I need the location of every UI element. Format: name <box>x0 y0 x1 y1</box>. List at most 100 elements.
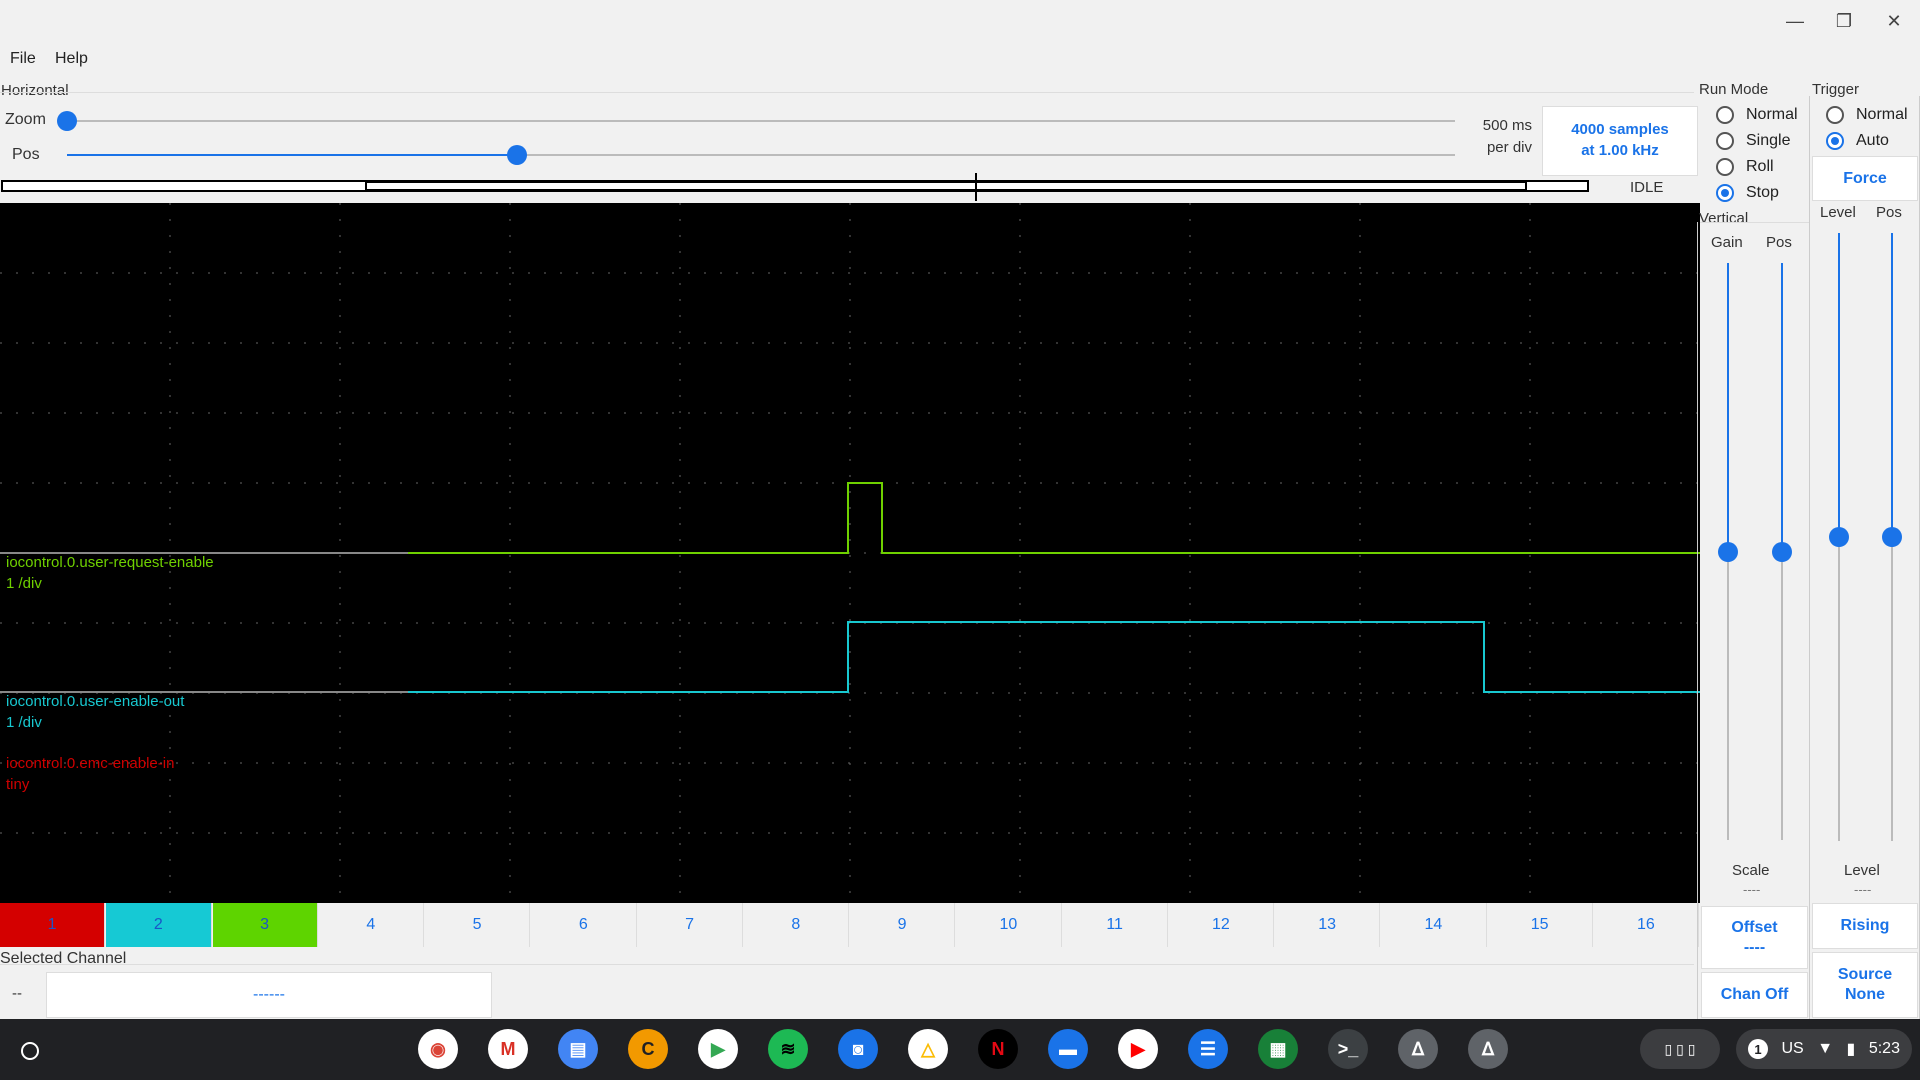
channel-button-10[interactable]: 10 <box>956 903 1062 947</box>
trigger-source-button[interactable]: Source None <box>1812 952 1918 1018</box>
trigger-edge-button[interactable]: Rising <box>1812 903 1918 949</box>
trigger-level-slider-handle[interactable] <box>1829 527 1849 547</box>
panel-divider <box>1809 96 1810 1019</box>
channel-button-5[interactable]: 5 <box>425 903 531 947</box>
trigger-level-value: ---- <box>1854 882 1872 897</box>
channel-button-15[interactable]: 15 <box>1487 903 1593 947</box>
run-mode-title: Run Mode <box>1699 81 1769 98</box>
launcher-icon <box>21 1042 39 1060</box>
per-div-unit: per div <box>1486 139 1532 156</box>
channel-button-7[interactable]: 7 <box>637 903 743 947</box>
maximize-button[interactable]: ❐ <box>1828 6 1860 36</box>
gmail-icon[interactable]: M <box>488 1029 528 1069</box>
close-button[interactable]: ✕ <box>1878 6 1910 36</box>
trace-name: iocontrol.0.emc-enable-in <box>6 755 175 772</box>
channel-button-12[interactable]: 12 <box>1168 903 1274 947</box>
gain-slider-handle[interactable] <box>1718 542 1738 562</box>
pos-slider-fill <box>67 154 517 156</box>
channel-button-11[interactable]: 11 <box>1062 903 1168 947</box>
menu-help[interactable]: Help <box>55 50 88 68</box>
files-icon[interactable]: ▬ <box>1048 1029 1088 1069</box>
selected-channel-name[interactable]: ------ <box>46 972 492 1018</box>
channel-button-4[interactable]: 4 <box>318 903 424 947</box>
trigger-level-caption: Level <box>1844 862 1880 879</box>
launcher-button[interactable] <box>10 1031 50 1071</box>
menu-file[interactable]: File <box>10 50 36 68</box>
c-app-icon[interactable]: C <box>628 1029 668 1069</box>
trace-scale: 1 /div <box>6 714 42 731</box>
run-mode-stop[interactable]: Stop <box>1716 180 1798 206</box>
close-icon: ✕ <box>1886 10 1902 31</box>
record-overview-window[interactable] <box>365 181 1527 191</box>
channel-button-16[interactable]: 16 <box>1593 903 1699 947</box>
radio-icon <box>1716 184 1734 202</box>
messages-icon[interactable]: ☰ <box>1188 1029 1228 1069</box>
vertical-pos-slider-handle[interactable] <box>1772 542 1792 562</box>
tote-tray[interactable]: ▯ ▯ ▯ <box>1640 1029 1720 1069</box>
vertical-pos-slider-fill <box>1781 263 1783 552</box>
pos-slider-handle[interactable] <box>507 145 527 165</box>
radio-icon <box>1716 158 1734 176</box>
minimize-button[interactable]: — <box>1779 6 1811 36</box>
drive-icon[interactable]: △ <box>908 1029 948 1069</box>
scope-plot <box>0 203 1700 903</box>
notification-badge: 1 <box>1748 1039 1768 1059</box>
divider <box>1700 222 1810 223</box>
status-label: IDLE <box>1630 179 1664 196</box>
channel-button-14[interactable]: 14 <box>1381 903 1487 947</box>
sheets-icon[interactable]: ▦ <box>1258 1029 1298 1069</box>
play-store-icon[interactable]: ▶ <box>698 1029 738 1069</box>
trace-scale: tiny <box>6 776 30 793</box>
panel-divider <box>1697 222 1698 1019</box>
zoom-label: Zoom <box>5 111 46 128</box>
penguin-icon[interactable]: ᐃ <box>1398 1029 1438 1069</box>
netflix-icon[interactable]: N <box>978 1029 1018 1069</box>
gain-slider-fill <box>1727 263 1729 552</box>
force-button[interactable]: Force <box>1812 156 1918 201</box>
status-tray[interactable]: 1 US ▼ ▮ 5:23 <box>1736 1029 1912 1069</box>
channel-button-1[interactable]: 1 <box>0 903 106 947</box>
radio-icon <box>1826 132 1844 150</box>
selected-channel-short: -- <box>12 985 22 1002</box>
horizontal-group-title: Horizontal <box>1 82 69 99</box>
trace-scale: 1 /div <box>6 575 42 592</box>
trigger-level-label: Level <box>1820 204 1856 221</box>
scope-display[interactable]: iocontrol.0.user-request-enable 1 /div i… <box>0 203 1700 903</box>
run-mode-single[interactable]: Single <box>1716 128 1798 154</box>
run-mode-normal[interactable]: Normal <box>1716 102 1798 128</box>
selected-channel-name-text: ------ <box>253 986 285 1003</box>
scale-label: Scale <box>1732 862 1770 879</box>
offset-button[interactable]: Offset ---- <box>1701 906 1808 969</box>
zoom-slider[interactable] <box>67 120 1455 122</box>
docs-icon[interactable]: ▤ <box>558 1029 598 1069</box>
divider <box>0 92 1694 93</box>
vertical-pos-label: Pos <box>1766 234 1792 251</box>
trigger-normal[interactable]: Normal <box>1826 102 1908 128</box>
chan-off-button[interactable]: Chan Off <box>1701 972 1808 1018</box>
radio-icon <box>1716 106 1734 124</box>
channel-button-3[interactable]: 3 <box>212 903 318 947</box>
channel-button-2[interactable]: 2 <box>106 903 212 947</box>
penguin-icon-2[interactable]: ᐃ <box>1468 1029 1508 1069</box>
channel-button-6[interactable]: 6 <box>531 903 637 947</box>
scale-value: ---- <box>1743 882 1761 897</box>
trigger-pos-slider-fill <box>1891 233 1893 537</box>
trigger-position-marker <box>975 173 977 201</box>
camera-icon[interactable]: ◙ <box>838 1029 878 1069</box>
channel-button-8[interactable]: 8 <box>743 903 849 947</box>
zoom-slider-handle[interactable] <box>57 111 77 131</box>
wifi-icon: ▼ <box>1817 1040 1834 1057</box>
trigger-pos-label: Pos <box>1876 204 1902 221</box>
trace-label-3: iocontrol.0.emc-enable-in tiny <box>6 753 174 795</box>
youtube-icon[interactable]: ▶ <box>1118 1029 1158 1069</box>
trigger-pos-slider-handle[interactable] <box>1882 527 1902 547</box>
trigger-level-slider-fill <box>1838 233 1840 537</box>
chrome-icon[interactable]: ◉ <box>418 1029 458 1069</box>
trigger-auto[interactable]: Auto <box>1826 128 1908 154</box>
terminal-icon[interactable]: >_ <box>1328 1029 1368 1069</box>
channel-button-9[interactable]: 9 <box>850 903 956 947</box>
run-mode-roll[interactable]: Roll <box>1716 154 1798 180</box>
spotify-icon[interactable]: ≋ <box>768 1029 808 1069</box>
trace-user-request-enable <box>408 482 1700 554</box>
channel-button-13[interactable]: 13 <box>1275 903 1381 947</box>
